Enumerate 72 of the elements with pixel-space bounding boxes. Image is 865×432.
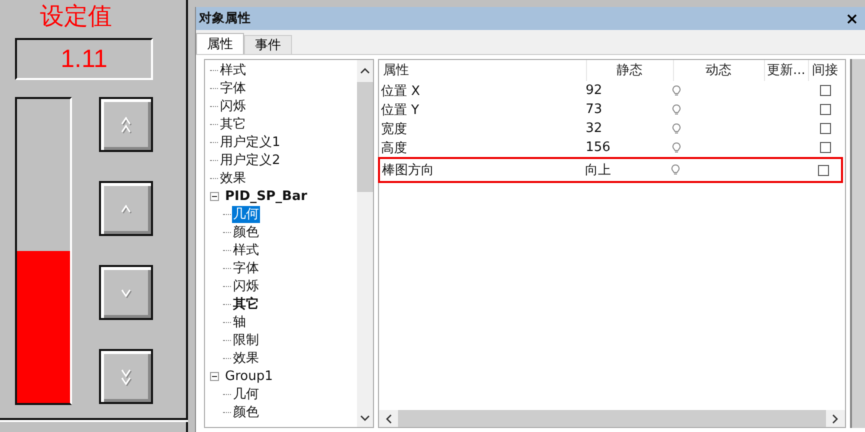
checkbox[interactable]	[820, 104, 830, 115]
tab[interactable]: 事件	[244, 35, 292, 54]
property-name: 宽度	[380, 120, 408, 138]
tree-item[interactable]: 轴	[232, 314, 247, 330]
tree-item[interactable]: 效果	[219, 170, 247, 186]
window-title: 对象属性	[199, 10, 251, 27]
tree-item[interactable]: 字体	[232, 260, 260, 276]
property-name: 棒图方向	[381, 162, 435, 179]
lightbulb-icon[interactable]	[672, 104, 682, 116]
property-row[interactable]: 位置 X 92	[379, 81, 843, 100]
tree-item[interactable]: 字体	[219, 80, 247, 96]
checkbox[interactable]	[820, 85, 830, 96]
tree-item[interactable]: Group1	[224, 368, 274, 384]
property-name: 位置 Y	[380, 102, 420, 118]
column-header[interactable]: 更新...	[764, 60, 809, 81]
double-down-chevron-icon	[121, 368, 131, 384]
scroll-right-icon[interactable]	[832, 414, 839, 424]
tree-item[interactable]: 样式	[219, 62, 247, 78]
scroll-up-icon[interactable]	[360, 67, 370, 74]
tree-item[interactable]: 闪烁	[232, 278, 260, 294]
collapse-icon[interactable]	[210, 372, 219, 380]
tree-item[interactable]: 用户定义2	[219, 152, 282, 168]
lightbulb-icon[interactable]	[672, 142, 682, 154]
property-value: 73	[586, 102, 604, 117]
tree-item[interactable]: 用户定义1	[219, 134, 282, 150]
lightbulb-icon[interactable]	[672, 122, 682, 134]
lightbulb-icon[interactable]	[671, 164, 680, 176]
property-value: 向上	[585, 162, 612, 179]
checkbox[interactable]	[820, 142, 830, 153]
column-header[interactable]: 动态	[674, 60, 765, 81]
property-value: 92	[586, 83, 604, 98]
property-row[interactable]: 高度 156	[379, 138, 843, 157]
property-value: 156	[586, 140, 612, 155]
tree-item[interactable]: 几何	[232, 206, 260, 222]
tree-item[interactable]: 颜色	[232, 224, 260, 240]
setpoint-title: 设定值	[40, 1, 112, 31]
tab[interactable]: 属性	[196, 33, 244, 54]
tree-item[interactable]: 颜色	[232, 404, 260, 420]
tree-item[interactable]: 闪烁	[219, 98, 247, 114]
property-name: 位置 X	[380, 82, 422, 100]
tree-item[interactable]: 效果	[232, 350, 260, 366]
step-button[interactable]	[99, 349, 153, 404]
tree-item[interactable]: 样式	[232, 242, 260, 258]
vertical-scrollbar[interactable]	[357, 60, 373, 427]
collapse-icon[interactable]	[210, 192, 219, 200]
step-button[interactable]	[99, 181, 153, 236]
step-button[interactable]	[99, 97, 153, 152]
up-chevron-icon	[121, 204, 131, 212]
lightbulb-icon[interactable]	[672, 84, 682, 96]
tree-item[interactable]: PID_SP_Bar	[224, 188, 308, 204]
column-header[interactable]: 属性	[379, 60, 587, 81]
property-name: 高度	[380, 140, 408, 156]
down-chevron-icon	[121, 288, 131, 296]
column-header[interactable]: 静态	[586, 60, 674, 81]
close-icon[interactable]	[847, 14, 857, 24]
step-button[interactable]	[99, 265, 153, 320]
tree-item[interactable]: 限制	[232, 332, 260, 348]
tree-item[interactable]: 其它	[219, 116, 247, 132]
scroll-left-icon[interactable]	[385, 414, 392, 424]
checkbox[interactable]	[818, 164, 828, 176]
checkbox[interactable]	[820, 123, 830, 134]
tree-item[interactable]: 其它	[232, 296, 260, 312]
property-row[interactable]: 宽度 32	[379, 119, 843, 138]
double-up-chevron-icon	[121, 116, 131, 132]
tree-item[interactable]: 几何	[232, 386, 260, 402]
column-header[interactable]: 间接	[809, 60, 845, 81]
property-value: 32	[586, 121, 604, 136]
highlighted-row[interactable]: 棒图方向 向上	[378, 157, 843, 183]
value-display: 1.11	[15, 38, 153, 80]
scroll-down-icon[interactable]	[360, 415, 370, 422]
horizontal-scrollbar[interactable]	[379, 410, 845, 427]
property-row[interactable]: 位置 Y 73	[379, 100, 843, 119]
